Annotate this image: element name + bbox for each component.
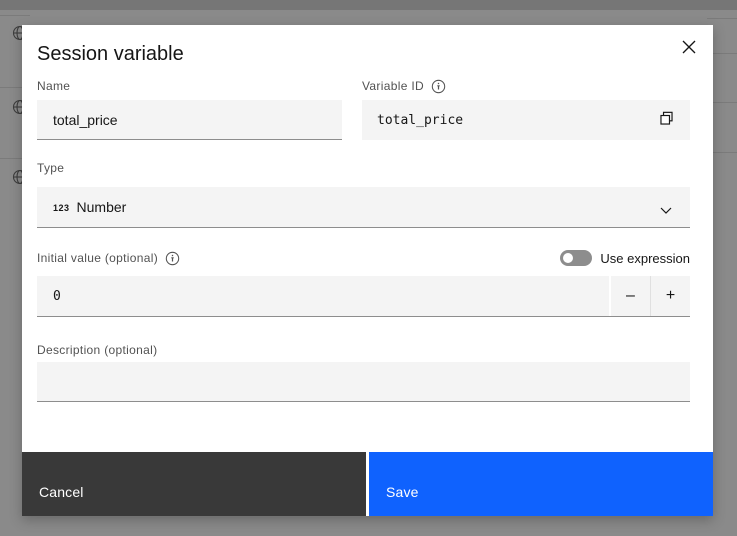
type-label: Type [37, 161, 65, 175]
copy-icon [658, 110, 675, 130]
name-varid-row: Name Variable ID [37, 78, 690, 140]
increment-button[interactable]: + [651, 276, 690, 316]
modal-title: Session variable [37, 43, 184, 65]
info-icon[interactable] [165, 251, 180, 266]
number-type-icon: 123 [53, 203, 70, 213]
initial-value-number-input: – + [37, 276, 690, 317]
info-icon[interactable] [431, 79, 446, 94]
use-expression-toggle[interactable]: Use expression [560, 250, 690, 266]
variable-id-value: total_price [377, 112, 464, 128]
background-row-divider [707, 18, 737, 19]
chevron-down-icon [660, 202, 672, 220]
initial-value-input[interactable] [37, 276, 609, 316]
toggle-knob [563, 253, 574, 263]
description-input[interactable] [37, 362, 690, 402]
description-label: Description (optional) [37, 343, 158, 357]
decrement-button[interactable]: – [611, 276, 650, 316]
toggle-track[interactable] [560, 250, 593, 266]
cancel-button[interactable]: Cancel [22, 452, 366, 516]
name-column: Name [37, 78, 342, 140]
modal-footer: Cancel Save [22, 452, 713, 516]
initial-value-label: Initial value (optional) [37, 250, 180, 266]
variable-id-column: Variable ID total_price [362, 78, 690, 140]
name-label: Name [37, 79, 71, 93]
copy-button[interactable] [646, 100, 686, 140]
variable-id-field: total_price [362, 100, 690, 140]
name-input[interactable] [37, 100, 342, 140]
session-variable-modal: Session variable Name Variable ID [22, 25, 713, 516]
initial-value-row: Initial value (optional) Use expression [37, 249, 690, 267]
variable-id-label: Variable ID [362, 78, 690, 94]
save-button[interactable]: Save [369, 452, 713, 516]
type-value: Number [76, 199, 127, 215]
use-expression-label: Use expression [600, 250, 690, 266]
background-header-band [0, 0, 737, 10]
type-dropdown[interactable]: 123 Number [37, 187, 690, 228]
background-row-divider [0, 15, 30, 16]
